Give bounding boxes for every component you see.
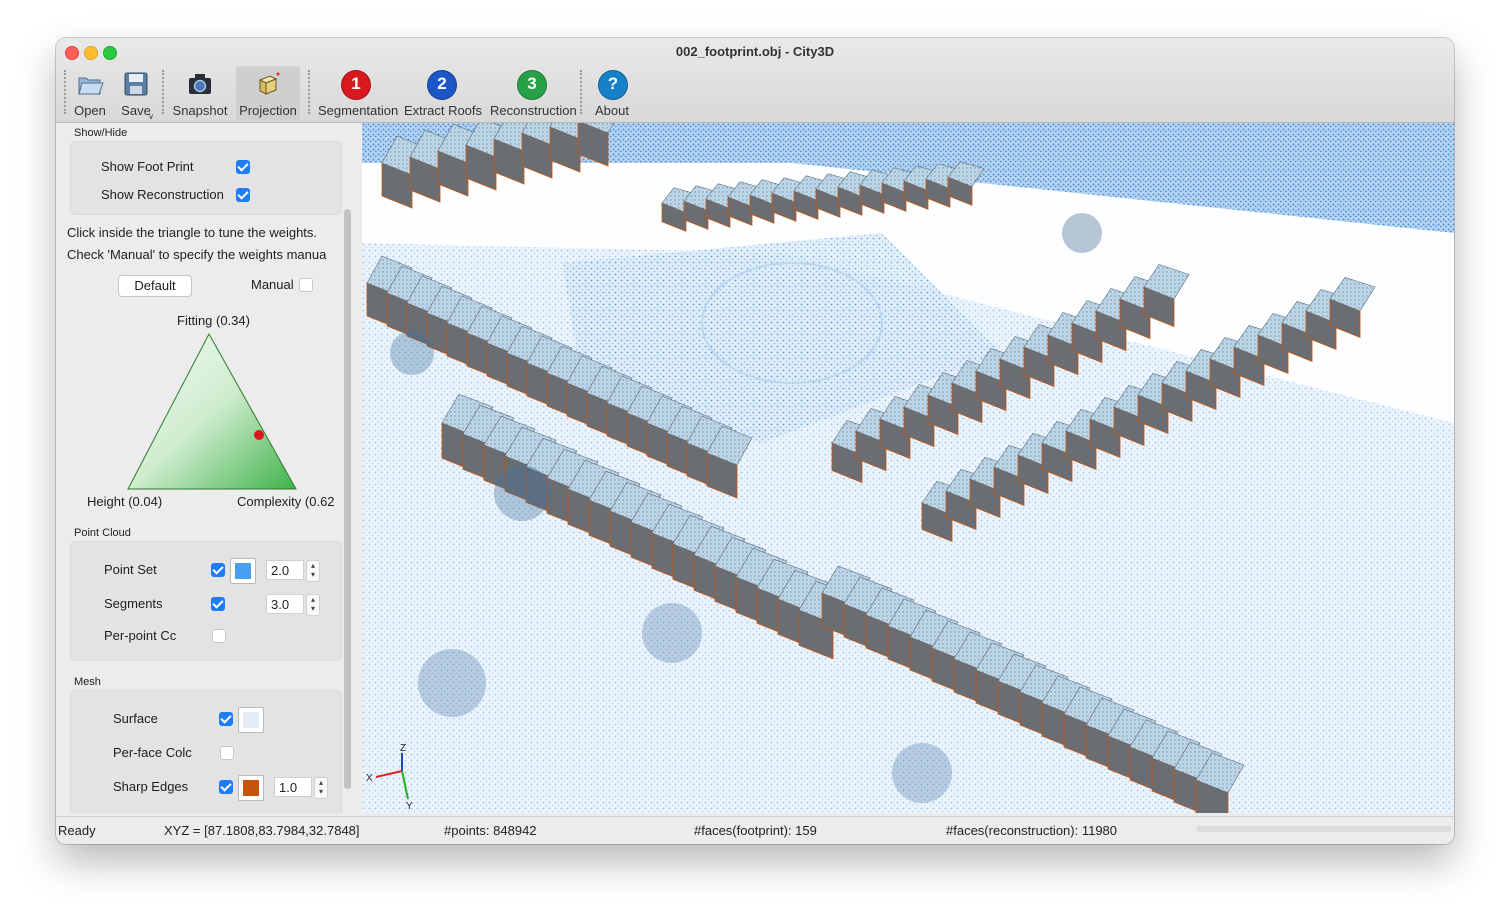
complexity-weight-label: Complexity (0.62 xyxy=(237,494,335,509)
show-footprint-label: Show Foot Print xyxy=(101,159,194,174)
status-points: #points: 848942 xyxy=(444,823,537,838)
title-bar: 002_footprint.obj - City3D Open Save ∨ S… xyxy=(56,38,1454,123)
weights-hint-line2: Check 'Manual' to specify the weights ma… xyxy=(67,247,327,262)
show-reconstruction-checkbox[interactable] xyxy=(236,188,250,202)
app-window: 002_footprint.obj - City3D Open Save ∨ S… xyxy=(56,38,1454,844)
point-size-stepper[interactable]: ▴ ▾ xyxy=(306,560,320,582)
manual-checkbox[interactable] xyxy=(299,278,313,292)
toolbar-separator xyxy=(580,70,582,114)
per-face-color-checkbox[interactable] xyxy=(220,746,234,760)
settings-panel: Show/Hide Show Foot Print Show Reconstru… xyxy=(56,123,360,813)
status-bar: Ready XYZ = [87.1808,83.7984,32.7848] #p… xyxy=(56,816,1454,844)
point-set-checkbox[interactable] xyxy=(211,563,225,577)
axis-y-label: Y xyxy=(406,801,413,812)
status-state: Ready xyxy=(58,823,96,838)
point-cloud-group: Point Set 2.0 ▴ ▾ Segments 3.0 ▴ ▾ Per-poi… xyxy=(70,541,342,661)
height-weight-label: Height (0.04) xyxy=(87,494,163,509)
help-icon: ? xyxy=(598,70,628,100)
segments-label: Segments xyxy=(104,596,163,611)
sharp-edges-label: Sharp Edges xyxy=(113,779,189,794)
snapshot-button[interactable]: Snapshot xyxy=(170,66,230,120)
step-three-icon: 3 xyxy=(517,70,547,100)
3d-viewport[interactable]: Z X Y xyxy=(362,123,1454,813)
save-button[interactable]: Save ∨ xyxy=(116,66,156,121)
open-button[interactable]: Open xyxy=(70,66,110,120)
manual-label: Manual xyxy=(251,277,294,292)
point-cloud-title: Point Cloud xyxy=(74,527,131,539)
per-point-color-checkbox[interactable] xyxy=(212,629,226,643)
show-hide-title: Show/Hide xyxy=(74,127,128,139)
status-faces-footprint: #faces(footprint): 159 xyxy=(694,823,817,838)
open-folder-icon xyxy=(78,77,104,95)
surface-color-button[interactable] xyxy=(238,707,264,733)
projection-button[interactable]: Projection xyxy=(236,66,300,120)
city-point-cloud-render: Z X Y xyxy=(362,123,1454,813)
segments-size-stepper[interactable]: ▴ ▾ xyxy=(306,594,320,616)
segments-checkbox[interactable] xyxy=(211,597,225,611)
sharp-edges-checkbox[interactable] xyxy=(219,780,233,794)
axis-z-label: Z xyxy=(400,743,406,754)
reconstruction-button[interactable]: 3 Reconstruction xyxy=(490,66,577,120)
step-two-icon: 2 xyxy=(427,70,457,100)
panel-vertical-scrollbar[interactable] xyxy=(344,209,351,789)
sharp-edges-color-button[interactable] xyxy=(238,775,264,801)
step-one-icon: 1 xyxy=(341,70,371,100)
per-point-color-label: Per-point Cc xyxy=(104,628,177,643)
show-reconstruction-label: Show Reconstruction xyxy=(101,187,224,202)
toolbar-separator xyxy=(308,70,310,114)
projection-cube-icon xyxy=(258,72,280,95)
mesh-title: Mesh xyxy=(74,676,101,688)
status-faces-reconstruction: #faces(reconstruction): 11980 xyxy=(946,823,1118,838)
surface-label: Surface xyxy=(113,711,158,726)
sharp-edges-size-stepper[interactable]: ▴ ▾ xyxy=(314,777,328,799)
show-footprint-checkbox[interactable] xyxy=(236,160,250,174)
window-title: 002_footprint.obj - City3D xyxy=(675,44,835,59)
axis-x-label: X xyxy=(366,773,373,784)
toolbar: Open Save ∨ Snapshot Projection 1 Segmen… xyxy=(56,64,1454,121)
floppy-disk-icon xyxy=(124,72,148,96)
per-face-color-label: Per-face Colc xyxy=(113,745,192,760)
about-button[interactable]: ? About xyxy=(590,66,634,120)
segmentation-button[interactable]: 1 Segmentation xyxy=(318,66,398,120)
mesh-group: Surface Per-face Colc Sharp Edges 1.0 ▴ ▾ xyxy=(70,690,342,813)
point-set-label: Point Set xyxy=(104,562,157,577)
extract-roofs-button[interactable]: 2 Extract Roofs xyxy=(404,66,482,120)
point-size-input[interactable]: 2.0 xyxy=(266,560,304,580)
sharp-edges-size-input[interactable]: 1.0 xyxy=(274,777,312,797)
weight-marker[interactable] xyxy=(254,430,264,440)
weight-triangle[interactable] xyxy=(116,323,316,493)
chevron-down-icon: ∨ xyxy=(148,112,154,121)
segments-size-input[interactable]: 3.0 xyxy=(266,594,304,614)
camera-icon xyxy=(189,74,211,94)
show-hide-group: Show Foot Print Show Reconstruction xyxy=(70,141,342,215)
surface-checkbox[interactable] xyxy=(219,712,233,726)
weights-hint-line1: Click inside the triangle to tune the we… xyxy=(67,225,318,240)
toolbar-separator xyxy=(162,70,164,114)
point-set-color-button[interactable] xyxy=(230,558,256,584)
progress-bar xyxy=(1196,826,1452,832)
default-weights-button[interactable]: Default xyxy=(118,275,192,297)
status-xyz: XYZ = [87.1808,83.7984,32.7848] xyxy=(164,823,360,838)
toolbar-separator xyxy=(64,70,66,114)
